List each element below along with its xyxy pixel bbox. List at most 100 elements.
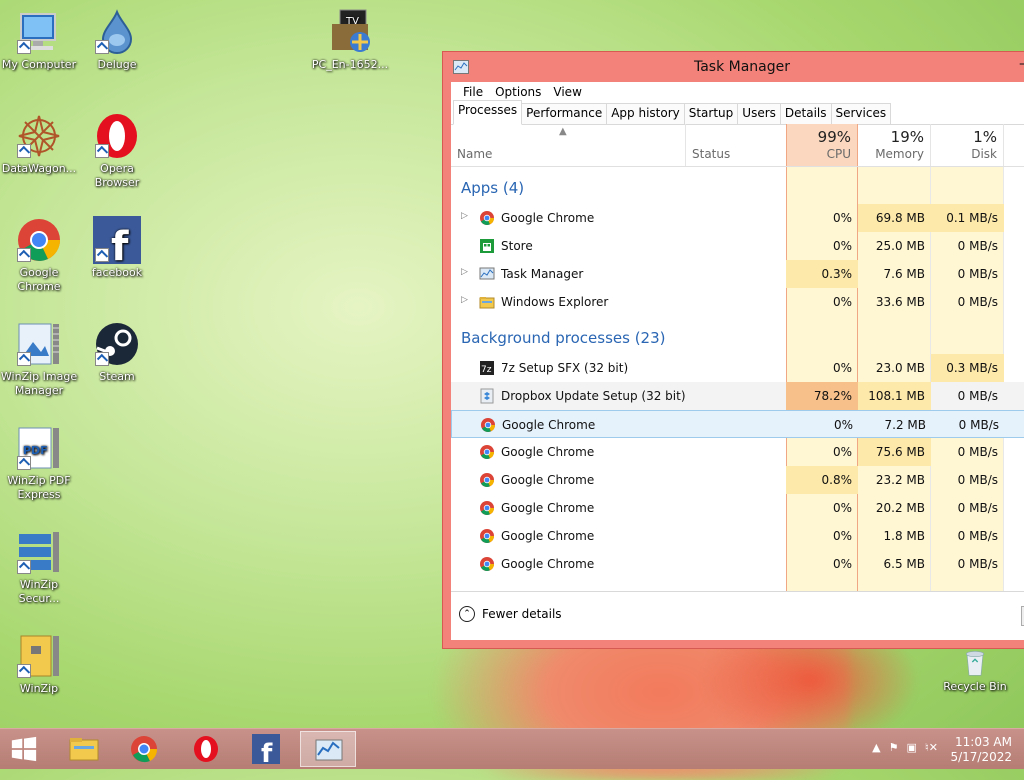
desktop-icon-pc-en[interactable]: TV PC_En-1652...: [311, 8, 389, 72]
show-hidden-icons-icon[interactable]: ▲: [872, 741, 880, 754]
tab-performance[interactable]: Performance: [521, 103, 608, 124]
icon-label: Steam: [99, 370, 135, 383]
fewer-details-button[interactable]: ⌃ Fewer details: [459, 606, 562, 622]
process-mem: 7.6 MB: [883, 267, 925, 281]
process-row[interactable]: Store 0% 25.0 MB 0 MB/s: [451, 232, 1024, 260]
process-disk: 0 MB/s: [957, 501, 998, 515]
tab-startup[interactable]: Startup: [683, 103, 739, 124]
expand-arrow-icon[interactable]: ▷: [461, 295, 468, 305]
process-row[interactable]: Google Chrome 0% 7.2 MB 0 MB/s: [451, 410, 1024, 438]
process-row[interactable]: Google Chrome 0% 75.6 MB 0 MB/s: [451, 438, 1024, 466]
column-disk[interactable]: 1% Disk: [931, 124, 1004, 166]
process-row[interactable]: 7z 7z Setup SFX (32 bit) 0% 23.0 MB 0.3 MB/s: [451, 354, 1024, 382]
desktop-icon-winzip[interactable]: WinZip: [0, 632, 78, 696]
process-disk: 0 MB/s: [958, 418, 999, 432]
process-cpu: 0%: [833, 418, 853, 432]
process-icon: [479, 266, 495, 282]
process-row[interactable]: ▷ Google Chrome 0% 69.8 MB 0.1 MB/s: [451, 204, 1024, 232]
desktop-icon-steam[interactable]: Steam: [78, 320, 156, 384]
start-button[interactable]: [0, 731, 56, 767]
taskbar-facebook[interactable]: f: [238, 731, 294, 767]
column-header: ▲ Name Status 99% CPU 19% Memory 1% Disk: [451, 124, 1024, 167]
column-cpu-label: CPU: [826, 147, 851, 161]
taskbar-chrome[interactable]: [116, 731, 172, 767]
process-row[interactable]: Google Chrome 0% 1.8 MB 0 MB/s: [451, 522, 1024, 550]
process-mem: 69.8 MB: [875, 211, 925, 225]
desktop-icon-facebook[interactable]: f facebook: [78, 216, 156, 280]
process-row[interactable]: Google Chrome 0% 20.2 MB 0 MB/s: [451, 494, 1024, 522]
icon-label: Opera Browser: [94, 162, 140, 189]
menu-file[interactable]: File: [457, 85, 489, 99]
column-cpu[interactable]: 99% CPU: [786, 124, 858, 166]
menu-view[interactable]: View: [547, 85, 587, 99]
expand-arrow-icon[interactable]: ▷: [461, 211, 468, 221]
desktop-icon-my-computer[interactable]: My Computer: [0, 8, 78, 72]
tab-services[interactable]: Services: [830, 103, 892, 124]
desktop-icon-chrome[interactable]: Google Chrome: [0, 216, 78, 294]
column-memory[interactable]: 19% Memory: [858, 124, 931, 166]
process-row[interactable]: ▷ Windows Explorer 0% 33.6 MB 0 MB/s: [451, 288, 1024, 316]
process-row[interactable]: ▷ Task Manager 0.3% 7.6 MB 0 MB/s: [451, 260, 1024, 288]
volume-muted-icon[interactable]: ♮✕: [925, 741, 938, 754]
process-cpu: 0%: [832, 361, 852, 375]
taskbar: f ▲ ⚑ ▣ ♮✕ 11:03 AM 5/17/2022: [0, 728, 1024, 769]
cpu-total: 99%: [817, 128, 851, 146]
process-icon: [479, 472, 495, 488]
group-background: Background processes (23): [461, 329, 666, 347]
desktop-icon-opera[interactable]: Opera Browser: [78, 112, 156, 190]
desktop-icon-winzip-image[interactable]: WinZip Image Manager: [0, 320, 78, 398]
tab-processes[interactable]: Processes: [453, 100, 523, 125]
expand-arrow-icon[interactable]: ▷: [461, 267, 468, 277]
tab-details[interactable]: Details: [779, 103, 832, 124]
taskbar-task-manager[interactable]: [300, 731, 356, 767]
process-cpu: 0%: [832, 501, 852, 515]
process-row[interactable]: Google Chrome 0% 6.5 MB 0 MB/s: [451, 550, 1024, 578]
process-row[interactable]: Dropbox Update Setup (32 bit) 78.2% 108.1 …: [451, 382, 1024, 410]
process-row[interactable]: Google Chrome 0.8% 23.2 MB 0 MB/s: [451, 466, 1024, 494]
minimize-button[interactable]: —: [1019, 56, 1024, 72]
taskbar-file-explorer[interactable]: [56, 731, 112, 767]
desktop-icon-deluge[interactable]: Deluge: [78, 8, 156, 72]
column-disk-label: Disk: [971, 147, 997, 161]
chrome-icon: [131, 736, 158, 763]
process-name: Google Chrome: [502, 418, 596, 432]
taskbar-opera[interactable]: [178, 731, 234, 767]
process-disk: 0 MB/s: [957, 389, 998, 403]
process-name: Store: [501, 239, 533, 253]
action-center-icon[interactable]: ⚑: [889, 741, 899, 754]
column-status[interactable]: Status: [685, 124, 786, 166]
process-name: Google Chrome: [501, 473, 595, 487]
desktop-icon-recycle-bin[interactable]: Recycle Bin: [936, 646, 1014, 694]
tab-app-history[interactable]: App history: [606, 103, 685, 124]
process-mem: 6.5 MB: [883, 557, 925, 571]
column-status-label: Status: [692, 147, 731, 161]
column-memory-label: Memory: [875, 147, 924, 161]
icon-label: My Computer: [1, 58, 77, 71]
window-title: Task Manager: [693, 59, 791, 75]
title-bar[interactable]: Task Manager —: [443, 52, 1024, 82]
process-disk: 0 MB/s: [957, 557, 998, 571]
network-icon[interactable]: ▣: [906, 741, 916, 754]
menu-bar: File Options View: [451, 82, 1024, 102]
menu-options[interactable]: Options: [489, 85, 547, 99]
process-icon: 7z: [479, 360, 495, 376]
process-cpu: 78.2%: [813, 389, 852, 403]
opera-icon: [194, 736, 218, 762]
process-disk: 0.1 MB/s: [946, 211, 998, 225]
desktop-icon-datawagon[interactable]: DataWagon...: [0, 112, 78, 176]
icon-label: Google Chrome: [17, 266, 61, 293]
process-icon: [479, 238, 495, 254]
column-name-label: Name: [457, 147, 493, 161]
process-icon: [479, 556, 495, 572]
clock[interactable]: 11:03 AM 5/17/2022: [950, 735, 1012, 765]
process-icon: [479, 528, 495, 544]
desktop-icon-winzip-secure[interactable]: WinZip Secur...: [0, 528, 78, 606]
icon-label: WinZip: [19, 682, 59, 695]
window-content: File Options View Processes Performance …: [451, 82, 1024, 640]
desktop-icon-winzip-pdf[interactable]: PDF WinZip PDF Express: [0, 424, 78, 502]
icon-label: facebook: [91, 266, 143, 279]
tab-users[interactable]: Users: [737, 103, 781, 124]
task-manager-icon: [315, 739, 343, 761]
memory-total: 19%: [890, 128, 924, 146]
column-name[interactable]: ▲ Name: [451, 124, 685, 166]
